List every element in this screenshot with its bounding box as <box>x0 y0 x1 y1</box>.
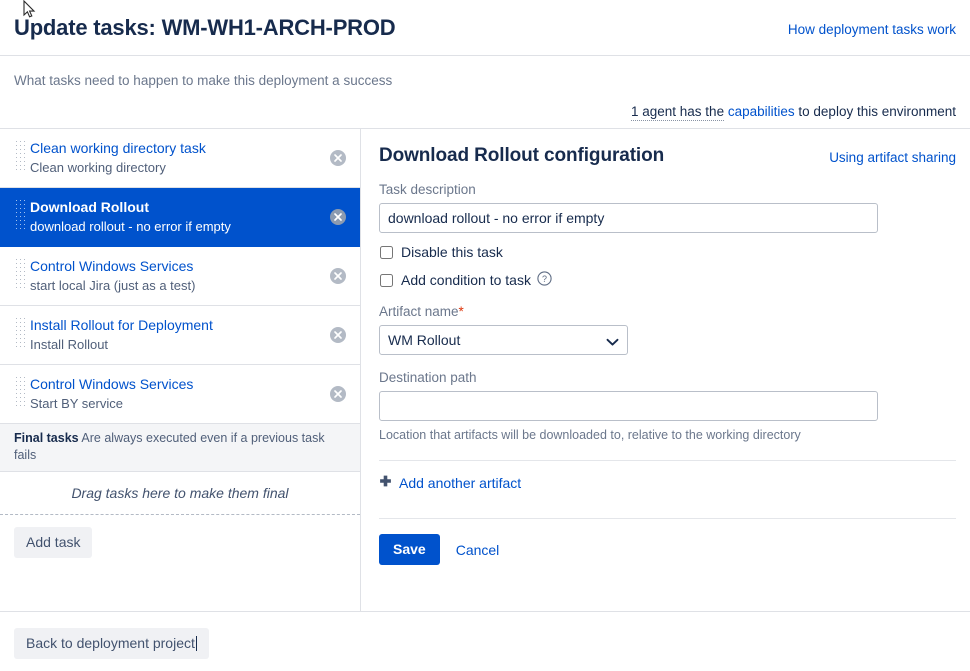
add-condition-checkbox[interactable] <box>380 273 393 287</box>
task-name-link[interactable]: Download Rollout <box>30 198 316 217</box>
actions-divider <box>379 518 956 519</box>
task-list-item[interactable]: Control Windows Services Start BY servic… <box>0 365 360 424</box>
remove-task-icon[interactable] <box>330 327 346 343</box>
task-description: Install Rollout <box>30 337 109 352</box>
destination-path-hint: Location that artifacts will be download… <box>379 428 801 442</box>
disable-task-label: Disable this task <box>401 244 503 260</box>
disable-task-checkbox[interactable] <box>380 245 393 259</box>
remove-task-icon[interactable] <box>330 209 346 225</box>
destination-path-label: Destination path <box>379 370 477 385</box>
artifact-section-divider <box>379 460 956 461</box>
text-caret <box>195 636 197 651</box>
page-subtitle: What tasks need to happen to make this d… <box>14 73 393 88</box>
cancel-button[interactable]: Cancel <box>456 542 500 558</box>
destination-path-input[interactable] <box>379 391 878 421</box>
artifact-name-label: Artifact name* <box>379 303 956 321</box>
task-list-item[interactable]: Clean working directory task Clean worki… <box>0 129 360 188</box>
page-title: Update tasks: WM-WH1-ARCH-PROD <box>14 15 396 40</box>
artifact-name-field: Artifact name* WM Rollout <box>379 303 956 355</box>
using-artifact-sharing-link[interactable]: Using artifact sharing <box>829 150 956 165</box>
config-title: Download Rollout configuration <box>379 145 665 166</box>
add-condition-row[interactable]: Add condition to task ? <box>379 271 956 289</box>
task-name-link[interactable]: Clean working directory task <box>30 139 316 158</box>
task-list: Clean working directory task Clean worki… <box>0 129 360 424</box>
add-condition-label: Add condition to task <box>401 272 531 288</box>
drag-handle-icon[interactable] <box>16 377 25 407</box>
agent-capability-line: 1 agent has the capabilities to deploy t… <box>0 90 970 121</box>
form-actions: Save Cancel <box>379 534 956 565</box>
task-list-item[interactable]: Control Windows Services start local Jir… <box>0 247 360 306</box>
page-footer: Back to deployment project <box>0 611 970 659</box>
required-marker: * <box>458 304 464 319</box>
disable-task-row[interactable]: Disable this task <box>379 244 956 260</box>
task-name-link[interactable]: Install Rollout for Deployment <box>30 316 316 335</box>
artifact-name-select-wrap: WM Rollout <box>379 325 628 355</box>
task-description-input[interactable] <box>379 203 878 233</box>
artifact-name-label-text: Artifact name <box>379 304 459 319</box>
plus-icon <box>379 475 392 491</box>
task-list-pane: Clean working directory task Clean worki… <box>0 129 361 611</box>
add-another-artifact-link[interactable]: Add another artifact <box>379 475 521 491</box>
how-deployment-tasks-work-link[interactable]: How deployment tasks work <box>788 22 956 37</box>
page-header: Update tasks: WM-WH1-ARCH-PROD How deplo… <box>0 0 970 42</box>
remove-task-icon[interactable] <box>330 386 346 402</box>
back-button-label: Back to deployment project <box>26 635 195 651</box>
task-description-field: Task description <box>379 181 956 233</box>
task-description: download rollout - no error if empty <box>30 219 231 234</box>
task-description: Clean working directory <box>30 160 166 175</box>
remove-task-icon[interactable] <box>330 268 346 284</box>
task-name-link[interactable]: Control Windows Services <box>30 257 316 276</box>
help-icon[interactable]: ? <box>537 271 552 289</box>
destination-path-field: Destination path Location that artifacts… <box>379 369 956 444</box>
main-content: Clean working directory task Clean worki… <box>0 128 970 611</box>
task-list-item[interactable]: Install Rollout for Deployment Install R… <box>0 306 360 365</box>
drag-handle-icon[interactable] <box>16 200 25 230</box>
drag-handle-icon[interactable] <box>16 318 25 348</box>
artifact-name-select[interactable]: WM Rollout <box>379 325 628 355</box>
final-tasks-label: Final tasks <box>14 431 79 445</box>
task-name-link[interactable]: Control Windows Services <box>30 375 316 394</box>
task-description-label: Task description <box>379 182 476 197</box>
task-description: Start BY service <box>30 396 123 411</box>
drag-handle-icon[interactable] <box>16 259 25 289</box>
add-another-artifact-label: Add another artifact <box>399 475 522 491</box>
add-task-button[interactable]: Add task <box>14 527 93 558</box>
agent-count-text: 1 agent has the <box>631 104 725 121</box>
back-to-deployment-project-button[interactable]: Back to deployment project <box>14 628 209 659</box>
drag-handle-icon[interactable] <box>16 141 25 171</box>
task-config-pane: Download Rollout configuration Using art… <box>361 129 970 611</box>
task-list-item-selected[interactable]: Download Rollout download rollout - no e… <box>0 188 360 247</box>
add-task-area: Add task <box>0 515 360 558</box>
agent-suffix-text: to deploy this environment <box>798 104 956 119</box>
task-description: start local Jira (just as a test) <box>30 278 196 293</box>
svg-text:?: ? <box>542 274 547 284</box>
capabilities-link[interactable]: capabilities <box>728 104 795 119</box>
remove-task-icon[interactable] <box>330 150 346 166</box>
final-tasks-drop-zone[interactable]: Drag tasks here to make them final <box>0 472 360 515</box>
final-tasks-header: Final tasks Are always executed even if … <box>0 424 360 472</box>
save-button[interactable]: Save <box>379 534 440 565</box>
